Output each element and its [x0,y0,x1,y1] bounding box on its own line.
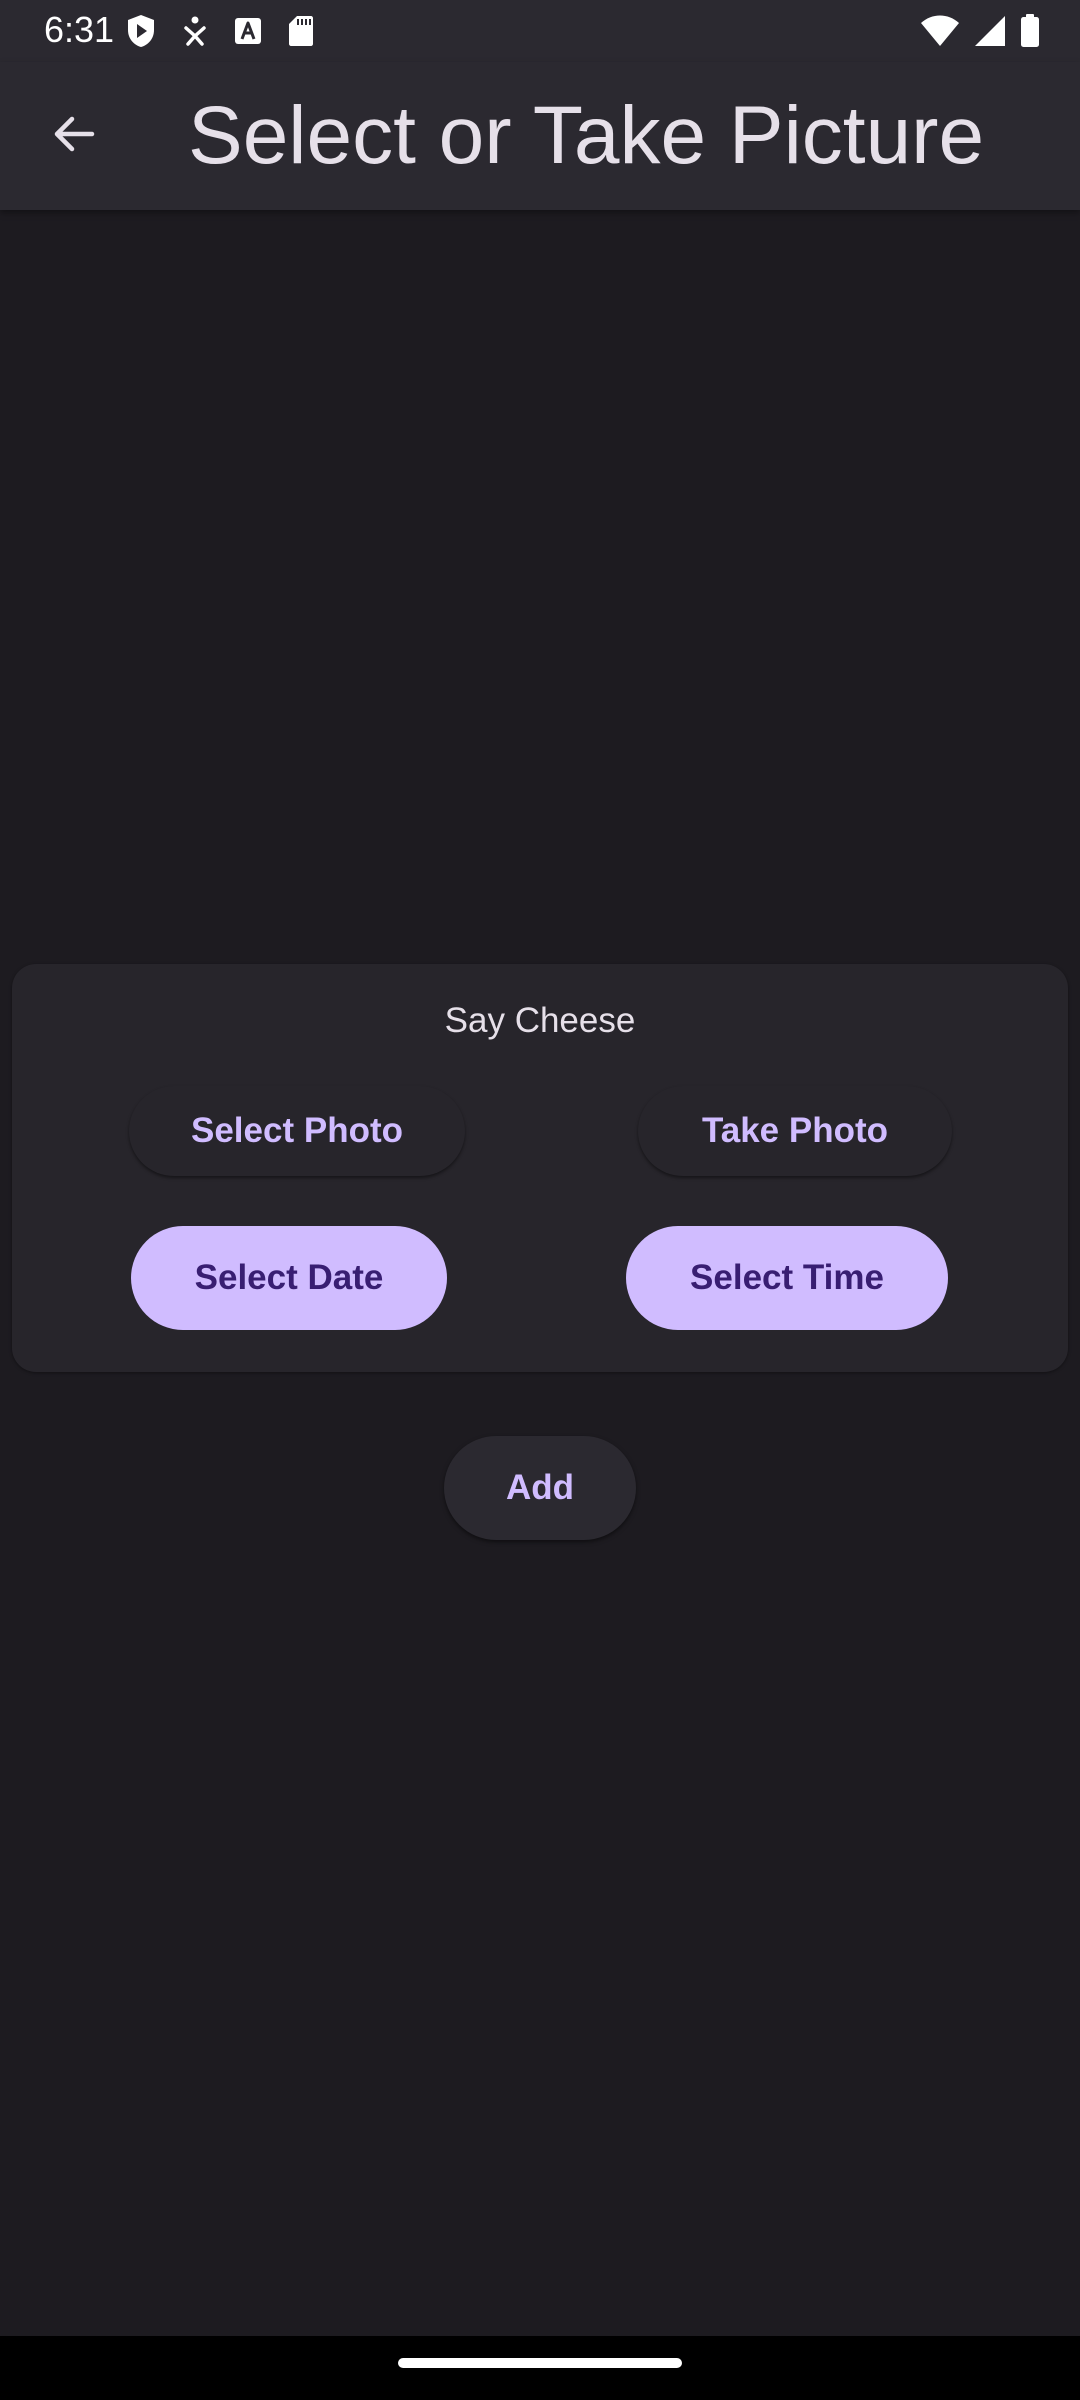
screen: 6:31 Select or Take Picture Say Cheese S… [0,0,1080,2400]
arrow-back-icon [52,112,96,161]
take-photo-button[interactable]: Take Photo [638,1086,952,1176]
play-protect-icon [126,14,156,53]
app-bar: Select or Take Picture [0,62,1080,210]
battery-icon [1020,14,1040,53]
select-time-button[interactable]: Select Time [626,1226,948,1330]
sd-card-icon [288,15,314,52]
status-icons-right [920,14,1040,53]
back-button[interactable] [34,96,114,176]
select-date-button[interactable]: Select Date [131,1226,447,1330]
select-photo-button[interactable]: Select Photo [129,1086,465,1176]
accessibility-icon [182,16,208,51]
card-title: Say Cheese [444,1001,636,1040]
add-button[interactable]: Add [444,1436,636,1540]
navigation-bar [0,2336,1080,2400]
font-icon [234,17,262,50]
home-gesture-handle[interactable] [398,2358,682,2368]
status-icons-left [126,14,314,53]
status-time: 6:31 [44,9,115,50]
page-title: Select or Take Picture [188,90,985,181]
status-bar: 6:31 [0,0,1080,62]
cellular-signal-icon [974,15,1006,52]
wifi-icon [920,15,960,52]
